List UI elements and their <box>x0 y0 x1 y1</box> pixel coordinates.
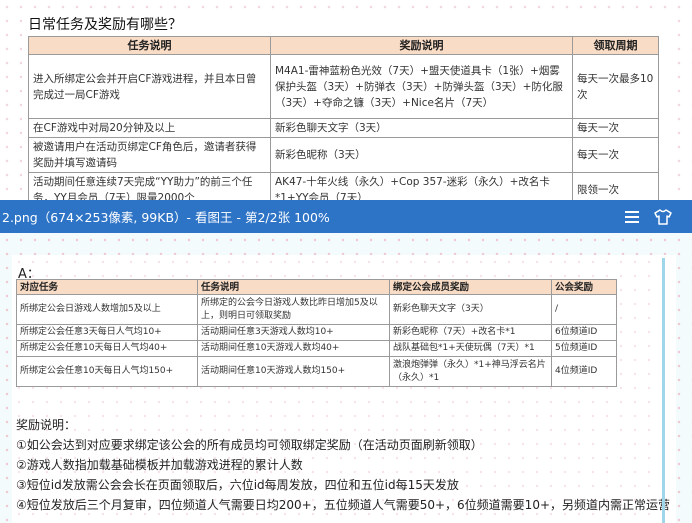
column-header: 对应任务 <box>16 279 198 295</box>
table-cell: 新彩色聊天文字（3天） <box>389 294 552 325</box>
column-header: 公会奖励 <box>551 279 617 295</box>
table-cell: 新彩色昵称（3天） <box>270 137 573 173</box>
scrollbar-edge[interactable] <box>662 258 665 523</box>
table-row: 进入所绑定公会并开启CF游戏进程，并且本日曾完成过一局CF游戏 M4A1-雷神蓝… <box>28 54 659 119</box>
image-viewer-title-bar: 2.png（674×253像素, 99KB）- 看图王 - 第2/2张 100% <box>0 200 692 233</box>
bottom-image-content: A： 对应任务 任务说明 绑定公会成员奖励 公会奖励 所绑定公会日游戏人数增加5… <box>12 255 676 523</box>
note-item: ③短位id发放需公会会长在页面领取后，六位id每周发放，四位和五位id每15天发… <box>16 478 459 492</box>
table-row: 所绑定公会任意3天每日人气均10+ 活动期间任意3天游戏人数均10+ 新彩色昵称… <box>16 324 617 341</box>
table-cell: 所绑定公会任意10天每日人气均40+ <box>16 340 198 357</box>
table-cell: M4A1-雷神蓝粉色光效（7天）+盟天使道具卡（1张）+烟雾保护头盔（3天）+防… <box>270 54 573 119</box>
table-header-row: 对应任务 任务说明 绑定公会成员奖励 公会奖励 <box>16 279 617 295</box>
skin-button[interactable] <box>652 206 674 228</box>
column-header: 领取周期 <box>572 36 659 55</box>
guild-reward-table: 对应任务 任务说明 绑定公会成员奖励 公会奖励 所绑定公会日游戏人数增加5及以上… <box>16 279 617 387</box>
note-item: ②游戏人数指加载基础模板并加载游戏进程的累计人数 <box>16 458 303 472</box>
menu-button[interactable] <box>622 207 642 227</box>
table-cell: 在CF游戏中对局20分钟及以上 <box>28 118 271 138</box>
table-cell: 每天一次最多10次 <box>572 54 659 119</box>
column-header: 绑定公会成员奖励 <box>389 279 552 295</box>
notes-heading: 奖励说明： <box>16 418 77 432</box>
table-cell: 所绑定的公会今日游戏人数比昨日增加5及以上，则明日可领取奖励 <box>197 294 390 325</box>
viewer-title: 2.png（674×253像素, 99KB）- 看图王 - 第2/2张 100% <box>2 210 330 225</box>
table-cell: 活动期间任意3天游戏人数均10+ <box>197 324 390 341</box>
table-cell: 新彩色聊天文字（3天） <box>270 118 573 138</box>
top-image-panel: 日常任务及奖励有哪些？ 任务说明 奖励说明 领取周期 进入所绑定公会并开启CF游… <box>0 0 692 208</box>
table-cell: 6位频道ID <box>551 324 617 341</box>
table-row: 被邀请用户在活动页绑定CF角色后，邀请者获得奖励并填写邀请码 新彩色昵称（3天）… <box>28 137 659 173</box>
table-cell: 激浪炮弹弹（永久）*1+神马浮云名片（永久）*1 <box>389 356 552 387</box>
table-header-row: 任务说明 奖励说明 领取周期 <box>28 36 659 55</box>
table-cell: 进入所绑定公会并开启CF游戏进程，并且本日曾完成过一局CF游戏 <box>28 54 271 119</box>
table-cell: 活动期间任意10天游戏人数均40+ <box>197 340 390 357</box>
table-cell: 所绑定公会日游戏人数增加5及以上 <box>16 294 198 325</box>
table-cell: 被邀请用户在活动页绑定CF角色后，邀请者获得奖励并填写邀请码 <box>28 137 271 173</box>
table-row: 所绑定公会任意10天每日人气均150+ 活动期间任意10天游戏人数均150+ 激… <box>16 356 617 387</box>
table-row: 所绑定公会日游戏人数增加5及以上 所绑定的公会今日游戏人数比昨日增加5及以上，则… <box>16 294 617 325</box>
table-row: 所绑定公会任意10天每日人气均40+ 活动期间任意10天游戏人数均40+ 战队基… <box>16 340 617 357</box>
table-cell: 新彩色昵称（7天）+改名卡*1 <box>389 324 552 341</box>
column-header: 奖励说明 <box>270 36 573 55</box>
table-cell: 活动期间任意10天游戏人数均150+ <box>197 356 390 387</box>
table-cell: 所绑定公会任意3天每日人气均10+ <box>16 324 198 341</box>
table-cell: 每天一次 <box>572 118 659 138</box>
table-cell: 所绑定公会任意10天每日人气均150+ <box>16 356 198 387</box>
tshirt-skin-icon <box>654 209 672 225</box>
column-header: 任务说明 <box>28 36 271 55</box>
table-row: 在CF游戏中对局20分钟及以上 新彩色聊天文字（3天） 每天一次 <box>28 118 659 138</box>
table-cell: 战队基础包*1+天使玩偶（7天）*1 <box>389 340 552 357</box>
note-item: ①如公会达到对应要求绑定该公会的所有成员均可领取绑定奖励（在活动页面刷新领取） <box>16 438 483 452</box>
hamburger-menu-icon <box>625 211 639 223</box>
table-cell: 4位频道ID <box>551 356 617 387</box>
top-image-content: 日常任务及奖励有哪些？ 任务说明 奖励说明 领取周期 进入所绑定公会并开启CF游… <box>22 10 668 208</box>
table-cell: 每天一次 <box>572 137 659 173</box>
bottom-image-panel: A： 对应任务 任务说明 绑定公会成员奖励 公会奖励 所绑定公会日游戏人数增加5… <box>0 233 692 523</box>
table-cell: / <box>551 294 617 325</box>
table-cell: 5位频道ID <box>551 340 617 357</box>
top-heading: 日常任务及奖励有哪些？ <box>28 17 182 33</box>
note-item: ④短位发放后三个月复审，四位频道人气需要日均200+，五位频道人气需要50+，6… <box>16 498 671 512</box>
daily-task-table: 任务说明 奖励说明 领取周期 进入所绑定公会并开启CF游戏进程，并且本日曾完成过… <box>28 36 659 208</box>
column-header: 任务说明 <box>197 279 390 295</box>
reward-notes: 奖励说明： ①如公会达到对应要求绑定该公会的所有成员均可领取绑定奖励（在活动页面… <box>16 415 672 515</box>
